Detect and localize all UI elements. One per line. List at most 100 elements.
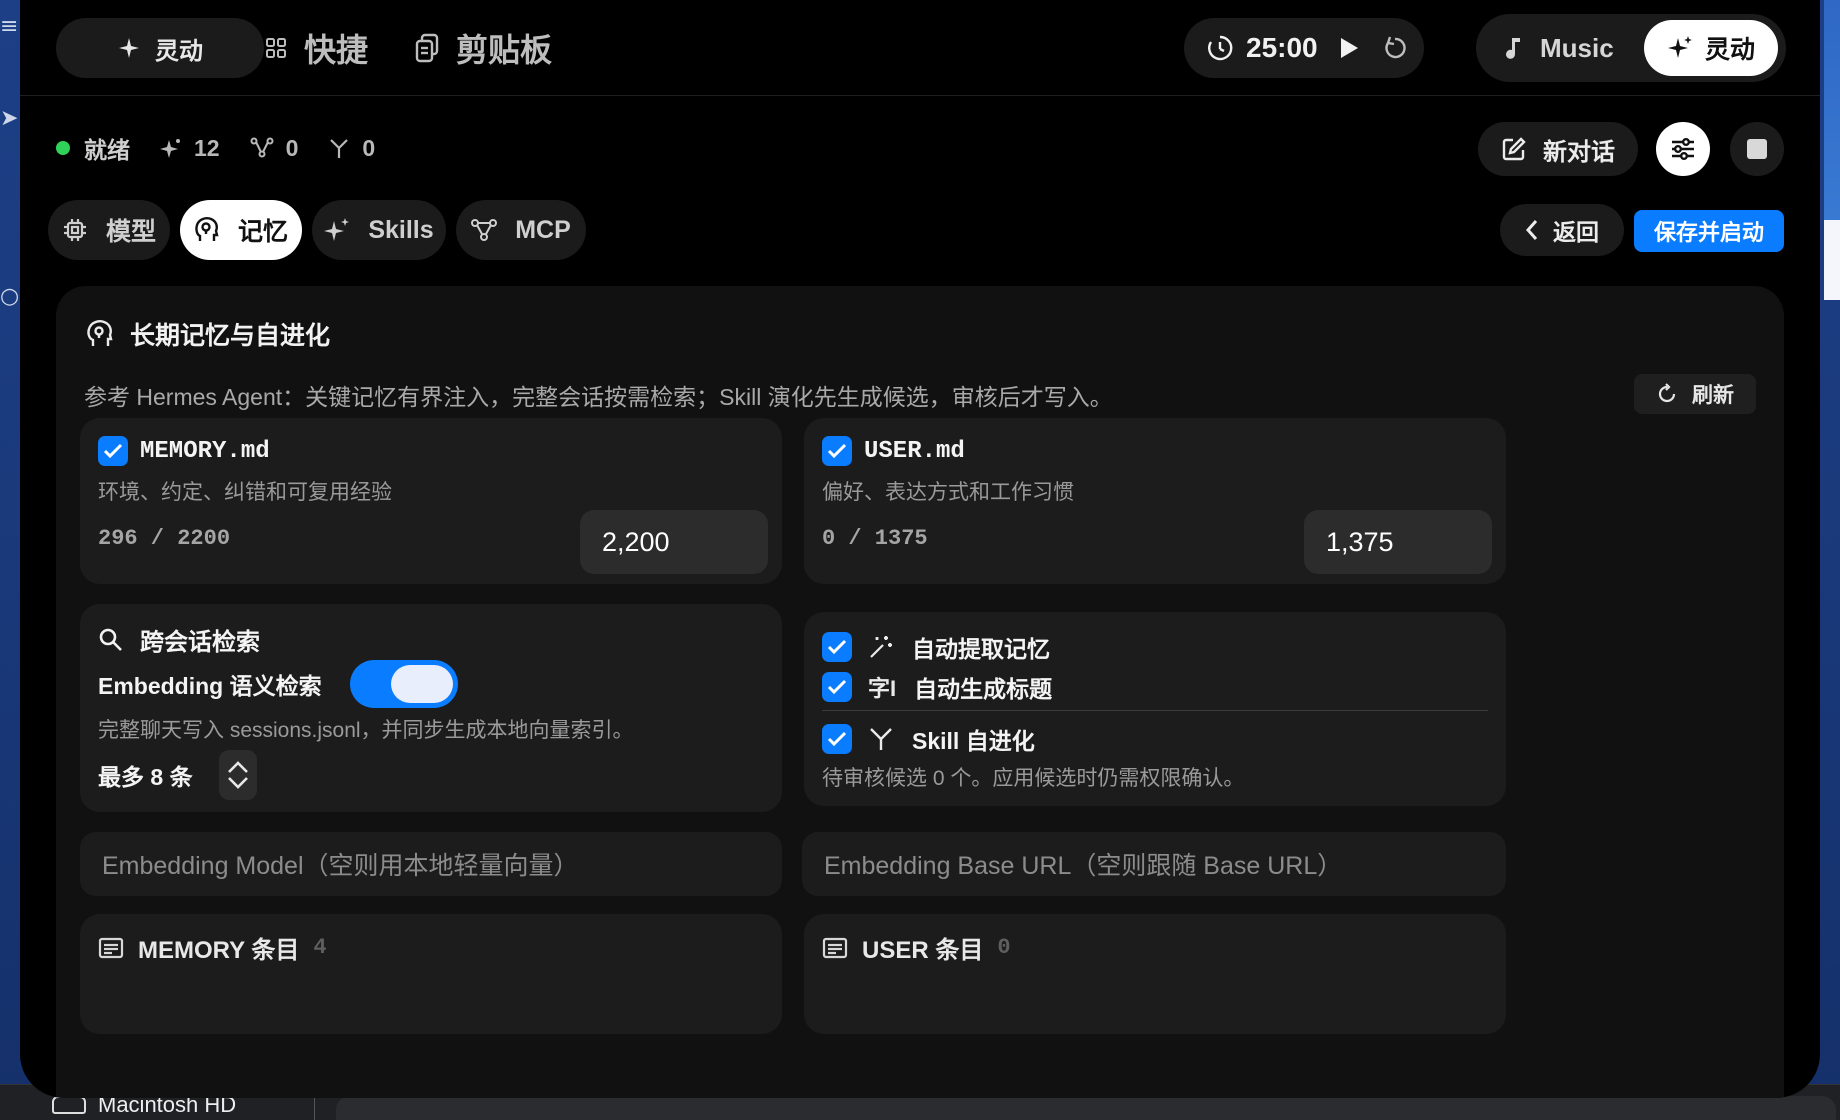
memory-panel: 长期记忆与自进化 参考 Hermes Agent：关键记忆有界注入，完整会话按需… <box>56 286 1784 1098</box>
auto-title-checkbox[interactable] <box>822 672 852 702</box>
user-file-card: USER.md 偏好、表达方式和工作习惯 0 / 1375 1,375 <box>804 418 1506 584</box>
tab-mcp[interactable]: MCP <box>456 200 586 260</box>
user-entries-title: USER 条目 <box>862 937 984 964</box>
nodes-icon <box>471 218 498 242</box>
embedding-toggle-row: Embedding 语义检索 <box>98 660 458 708</box>
user-limit-input[interactable]: 1,375 <box>1304 510 1492 574</box>
refresh-button[interactable]: 刷新 <box>1634 374 1756 414</box>
tab-model[interactable]: 模型 <box>48 200 170 260</box>
memory-file-checkbox[interactable] <box>98 436 128 466</box>
reset-icon[interactable] <box>1382 35 1408 61</box>
new-chat-label: 新对话 <box>1543 138 1615 166</box>
user-file-usage: 0 / 1375 <box>822 526 928 551</box>
memory-limit-input[interactable]: 2,200 <box>580 510 768 574</box>
sparkle-icon <box>117 36 141 60</box>
desktop-circle-icon: ○ <box>0 284 20 309</box>
save-and-start-button[interactable]: 保存并启动 <box>1634 210 1784 252</box>
auto-extract-checkbox[interactable] <box>822 632 852 662</box>
desktop-window-edge <box>1824 220 1840 300</box>
auto-extract-row[interactable]: 自动提取记忆 <box>822 630 1050 664</box>
back-label: 返回 <box>1553 219 1599 245</box>
back-button[interactable]: 返回 <box>1500 204 1624 256</box>
brain-head-icon <box>86 319 114 349</box>
hard-disk-icon <box>52 1096 86 1114</box>
stop-button[interactable] <box>1730 122 1784 176</box>
mode-music-button[interactable]: Music <box>1504 24 1614 72</box>
status-bar: 就绪 12 0 0 <box>56 130 375 166</box>
text-cursor-icon: 字I <box>868 676 897 701</box>
status-nodes-count: 0 <box>285 134 299 161</box>
finder-path-field[interactable] <box>336 1096 1836 1120</box>
desktop-send-icon: ➤ <box>0 106 19 131</box>
pomodoro-timer: 25:00 <box>1184 18 1424 78</box>
status-branch-group: 0 <box>328 135 375 162</box>
nav-dynamic-label: 灵动 <box>155 37 203 65</box>
memory-file-header: MEMORY.md <box>98 436 270 466</box>
mode-switcher: Music 灵动 <box>1476 14 1786 82</box>
branch-icon <box>868 726 894 752</box>
tab-memory[interactable]: 记忆 <box>180 200 302 260</box>
status-dot <box>56 141 70 155</box>
memory-file-description: 环境、约定、纠错和可复用经验 <box>98 481 392 504</box>
auto-extract-label: 自动提取记忆 <box>912 636 1050 662</box>
timer-time: 25:00 <box>1246 32 1318 63</box>
tab-memory-label: 记忆 <box>237 218 288 246</box>
app-window: 灵动 快捷 剪贴板 25:00 Music 灵动 就绪 12 0 0 新对话 模… <box>20 0 1820 1098</box>
nav-dynamic-button[interactable]: 灵动 <box>56 18 264 78</box>
automation-card: 自动提取记忆 字I 自动生成标题 Skill 自进化 待审核候选 0 个。应用候… <box>804 612 1506 806</box>
sparkle-icon <box>324 217 350 243</box>
refresh-icon <box>1656 383 1678 405</box>
search-header: 跨会话检索 <box>98 622 260 657</box>
list-icon <box>822 937 848 959</box>
user-entries-count: 0 <box>997 935 1011 960</box>
panel-header: 长期记忆与自进化 <box>86 316 330 352</box>
max-results-label: 最多 8 条 <box>98 764 193 790</box>
auto-title-row[interactable]: 字I 自动生成标题 <box>822 670 1052 704</box>
tab-skills[interactable]: Skills <box>312 200 446 260</box>
skill-evolve-row[interactable]: Skill 自进化 <box>822 722 1035 756</box>
grid-icon <box>264 36 288 60</box>
memory-entries-count: 4 <box>313 935 327 960</box>
nodes-icon <box>250 137 274 159</box>
memory-entries-title: MEMORY 条目 <box>138 937 300 964</box>
music-note-icon <box>1504 35 1524 61</box>
settings-sliders-button[interactable] <box>1656 122 1710 176</box>
nav-shortcuts-label: 快捷 <box>304 32 369 68</box>
panel-title: 长期记忆与自进化 <box>130 322 331 350</box>
status-branch-count: 0 <box>362 134 376 161</box>
sparkle-icon <box>1667 35 1693 61</box>
refresh-label: 刷新 <box>1692 384 1734 407</box>
embedding-toggle[interactable] <box>349 660 458 708</box>
clipboard-icon <box>414 33 440 63</box>
mode-dynamic-label: 灵动 <box>1704 36 1755 64</box>
user-file-checkbox[interactable] <box>822 436 852 466</box>
max-results-stepper[interactable] <box>218 750 257 800</box>
chip-icon <box>62 217 88 243</box>
stop-icon <box>1747 139 1767 159</box>
search-note: 完整聊天写入 sessions.jsonl，并同步生成本地向量索引。 <box>98 719 634 742</box>
user-entries-card: USER 条目 0 <box>804 914 1506 1034</box>
user-file-description: 偏好、表达方式和工作习惯 <box>822 481 1074 504</box>
new-chat-button[interactable]: 新对话 <box>1478 122 1638 176</box>
list-icon <box>98 937 124 959</box>
memory-entries-card: MEMORY 条目 4 <box>80 914 782 1034</box>
toggle-knob <box>390 665 453 703</box>
embedding-model-input[interactable]: Embedding Model（空则用本地轻量向量） <box>80 832 782 896</box>
status-sparkle-count: 12 <box>194 134 220 161</box>
memory-file-usage: 296 / 2200 <box>98 526 231 551</box>
chevron-down-icon[interactable] <box>227 776 249 790</box>
skill-evolve-checkbox[interactable] <box>822 724 852 754</box>
nav-clipboard-button[interactable]: 剪贴板 <box>414 22 552 74</box>
nav-shortcuts-button[interactable]: 快捷 <box>264 22 368 74</box>
chevron-up-icon[interactable] <box>227 760 249 774</box>
play-icon[interactable] <box>1338 36 1360 60</box>
magic-wand-icon <box>868 634 894 660</box>
panel-description: 参考 Hermes Agent：关键记忆有界注入，完整会话按需检索；Skill … <box>84 384 1113 410</box>
tab-skills-label: Skills <box>368 215 434 244</box>
user-file-name: USER.md <box>864 437 965 465</box>
embedding-base-url-input[interactable]: Embedding Base URL（空则跟随 Base URL） <box>802 832 1506 896</box>
skill-evolve-label: Skill 自进化 <box>912 728 1035 754</box>
status-text: 就绪 <box>84 137 130 163</box>
auto-title-label: 自动生成标题 <box>914 676 1053 702</box>
mode-dynamic-button[interactable]: 灵动 <box>1644 20 1778 76</box>
